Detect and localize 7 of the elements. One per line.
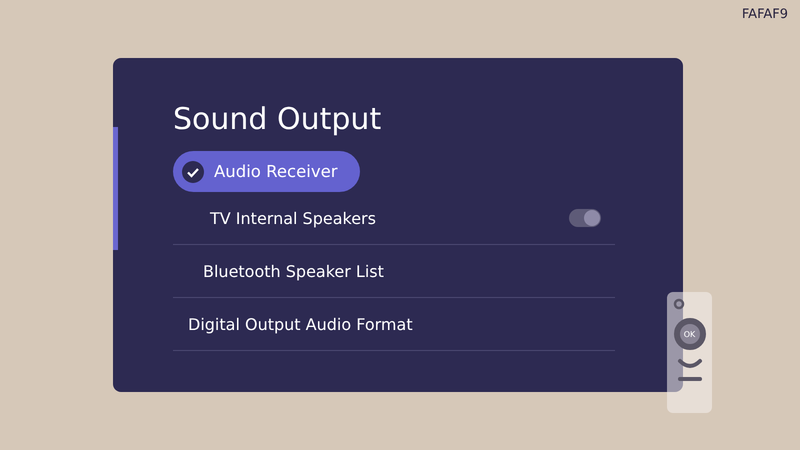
setting-item[interactable]: Digital Output Audio Format bbox=[188, 314, 413, 334]
output-option[interactable]: Audio Receiver bbox=[173, 151, 360, 192]
panel-title: Sound Output bbox=[173, 102, 382, 137]
remote-buttons-icon bbox=[676, 358, 704, 384]
corner-label: FAFAF9 bbox=[742, 7, 788, 22]
setting-item[interactable]: Bluetooth Speaker List bbox=[203, 262, 384, 280]
check-icon bbox=[182, 160, 204, 182]
